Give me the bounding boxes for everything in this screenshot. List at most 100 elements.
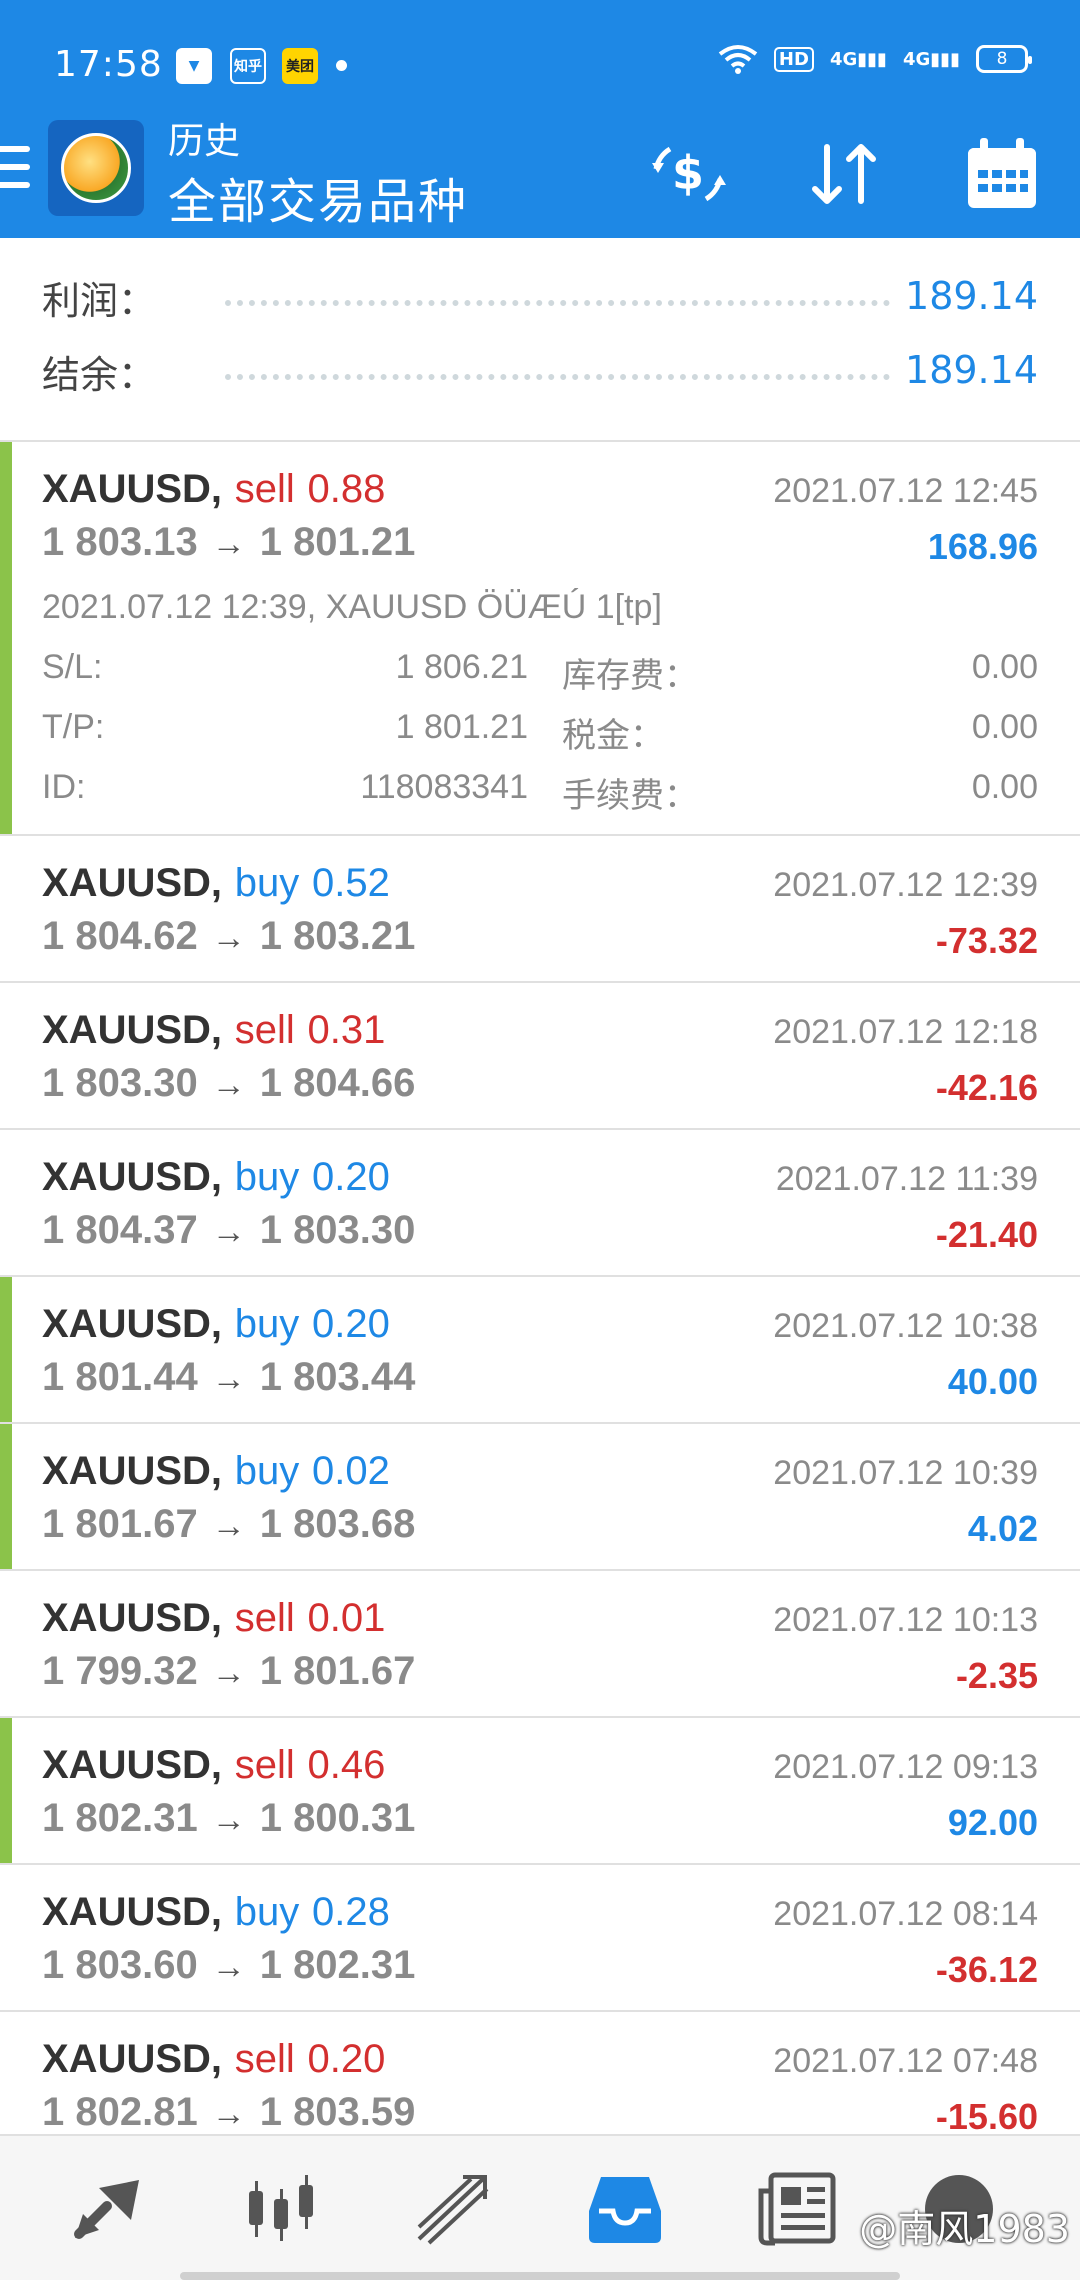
- open-price: 1 803.13: [42, 520, 198, 564]
- trade-date: 2021.07.12 10:13: [773, 1601, 1038, 1639]
- dotted-leader: [225, 300, 890, 306]
- profit-row: 利润： 189.14: [0, 270, 1080, 340]
- trade-profit: 4.02: [967, 1508, 1038, 1549]
- trade-volume: 0.52: [311, 861, 390, 905]
- more-notifications-dot: [336, 60, 347, 71]
- trade-row[interactable]: XAUUSD, sell 0.88 1 803.13 → 1 801.21 2021…: [0, 442, 1080, 836]
- signal-4g-icon-1: 4G▮▮▮: [829, 48, 887, 70]
- balance-value: 189.14: [905, 348, 1038, 392]
- profit-accent-bar: [0, 442, 12, 834]
- detail-row-id: ID: 118083341 手续费： 0.00: [42, 768, 1038, 818]
- trade-row[interactable]: XAUUSD, buy 0.02 1 801.67 → 1 803.68 2021.…: [0, 1424, 1080, 1571]
- gesture-bar[interactable]: [180, 2272, 900, 2280]
- trade-row[interactable]: XAUUSD, sell 0.31 1 803.30 → 1 804.66 2021…: [0, 983, 1080, 1130]
- open-price: 1 804.62: [42, 914, 198, 958]
- trade-prices: 1 799.32 → 1 801.67: [42, 1649, 415, 1694]
- close-price: 1 803.44: [259, 1355, 416, 1399]
- sort-icon[interactable]: [805, 134, 885, 214]
- profit-accent-bar: [0, 1424, 12, 1569]
- trade-symbol: XAUUSD,: [42, 467, 223, 511]
- trade-date: 2021.07.12 07:48: [773, 2042, 1038, 2080]
- trade-volume: 0.20: [311, 1302, 390, 1346]
- trade-row[interactable]: XAUUSD, sell 0.01 1 799.32 → 1 801.67 2021…: [0, 1571, 1080, 1718]
- trade-type: buy: [234, 861, 300, 905]
- arrow-right-icon: →: [211, 1066, 246, 1104]
- summary-panel: 利润： 189.14 结余： 189.14: [0, 240, 1080, 440]
- trade-profit: -2.35: [955, 1655, 1038, 1696]
- battery-level: 8: [996, 49, 1008, 69]
- arrow-right-icon: →: [211, 2095, 246, 2133]
- trade-row[interactable]: XAUUSD, buy 0.20 1 804.37 → 1 803.30 2021.…: [0, 1130, 1080, 1277]
- bottom-nav: @南风1983: [0, 2134, 1080, 2280]
- trade-volume: 0.20: [311, 1155, 390, 1199]
- trade-symbol: XAUUSD,: [42, 1155, 223, 1199]
- close-price: 1 802.31: [259, 1943, 416, 1987]
- arrow-right-icon: →: [211, 525, 246, 563]
- calendar-icon[interactable]: [962, 134, 1042, 214]
- trade-title: XAUUSD, sell 0.31: [42, 1007, 385, 1053]
- trade-prices: 1 804.37 → 1 803.30: [42, 1208, 415, 1253]
- open-price: 1 803.30: [42, 1061, 198, 1105]
- news-icon[interactable]: [752, 2164, 842, 2254]
- trade-title: XAUUSD, sell 0.46: [42, 1742, 385, 1788]
- trade-symbol: XAUUSD,: [42, 1743, 223, 1787]
- app-bar: 历史 全部交易品种 $: [0, 110, 1080, 238]
- open-price: 1 801.44: [42, 1355, 198, 1399]
- trade-volume: 0.46: [307, 1743, 386, 1787]
- trade-title: XAUUSD, buy 0.28: [42, 1889, 390, 1935]
- id-label: ID:: [42, 768, 86, 806]
- page-subtitle: 历史: [168, 121, 241, 162]
- trade-prices: 1 803.30 → 1 804.66: [42, 1061, 415, 1106]
- trade-volume: 0.01: [307, 1596, 386, 1640]
- trade-row[interactable]: XAUUSD, buy 0.20 1 801.44 → 1 803.44 2021.…: [0, 1277, 1080, 1424]
- trade-symbol: XAUUSD,: [42, 1596, 223, 1640]
- trade-prices: 1 802.31 → 1 800.31: [42, 1796, 415, 1841]
- fee-label: 手续费：: [562, 777, 698, 815]
- id-value: 118083341: [360, 768, 528, 806]
- metatrader-logo: [48, 120, 144, 216]
- chart-candles-icon[interactable]: [236, 2164, 326, 2254]
- deposit-withdraw-icon[interactable]: $: [648, 134, 728, 214]
- tp-value: 1 801.21: [395, 708, 528, 746]
- app-notification-icon: ▼: [176, 48, 212, 84]
- trade-row[interactable]: XAUUSD, sell 0.46 1 802.31 → 1 800.31 2021…: [0, 1718, 1080, 1865]
- menu-icon[interactable]: [0, 146, 30, 196]
- swap-label: 库存费：: [562, 657, 698, 695]
- trade-type: sell: [234, 2037, 295, 2081]
- open-price: 1 799.32: [42, 1649, 198, 1693]
- trade-date: 2021.07.12 12:45: [773, 472, 1038, 510]
- arrow-right-icon: →: [211, 919, 246, 957]
- status-time: 17:58: [54, 44, 163, 85]
- trade-profit: -73.32: [935, 920, 1038, 961]
- trade-volume: 0.02: [311, 1449, 390, 1493]
- profit-value: 189.14: [905, 274, 1038, 318]
- trade-symbol: XAUUSD,: [42, 1449, 223, 1493]
- open-price: 1 804.37: [42, 1208, 198, 1252]
- trade-profit: -15.60: [935, 2096, 1038, 2137]
- trade-profit: -42.16: [935, 1067, 1038, 1108]
- trade-prices: 1 802.81 → 1 803.59: [42, 2090, 415, 2135]
- trade-type: sell: [234, 467, 295, 511]
- open-price: 1 802.31: [42, 1796, 198, 1840]
- trade-row[interactable]: XAUUSD, buy 0.52 1 804.62 → 1 803.21 2021.…: [0, 836, 1080, 983]
- arrow-right-icon: →: [211, 1654, 246, 1692]
- trade-row[interactable]: XAUUSD, buy 0.28 1 803.60 → 1 802.31 2021.…: [0, 1865, 1080, 2012]
- trade-type: sell: [234, 1008, 295, 1052]
- status-bar: 17:58 ▼ 知乎 美团 HD 4G▮▮▮ 4G▮▮▮ 8: [0, 0, 1080, 125]
- meituan-icon: 美团: [282, 48, 318, 84]
- close-price: 1 803.59: [259, 2090, 416, 2134]
- trade-title: XAUUSD, buy 0.52: [42, 860, 390, 906]
- trade-date: 2021.07.12 10:39: [773, 1454, 1038, 1492]
- trade-prices: 1 804.62 → 1 803.21: [42, 914, 415, 959]
- close-price: 1 801.67: [259, 1649, 416, 1693]
- trade-type: buy: [234, 1890, 300, 1934]
- trade-volume: 0.20: [307, 2037, 386, 2081]
- history-inbox-icon[interactable]: [580, 2164, 670, 2254]
- arrow-right-icon: →: [211, 1948, 246, 1986]
- quotes-icon[interactable]: [64, 2164, 154, 2254]
- trade-icon[interactable]: [408, 2164, 498, 2254]
- page-title[interactable]: 全部交易品种: [168, 162, 468, 232]
- trade-type: sell: [234, 1743, 295, 1787]
- arrow-right-icon: →: [211, 1213, 246, 1251]
- profit-accent-bar: [0, 1277, 12, 1422]
